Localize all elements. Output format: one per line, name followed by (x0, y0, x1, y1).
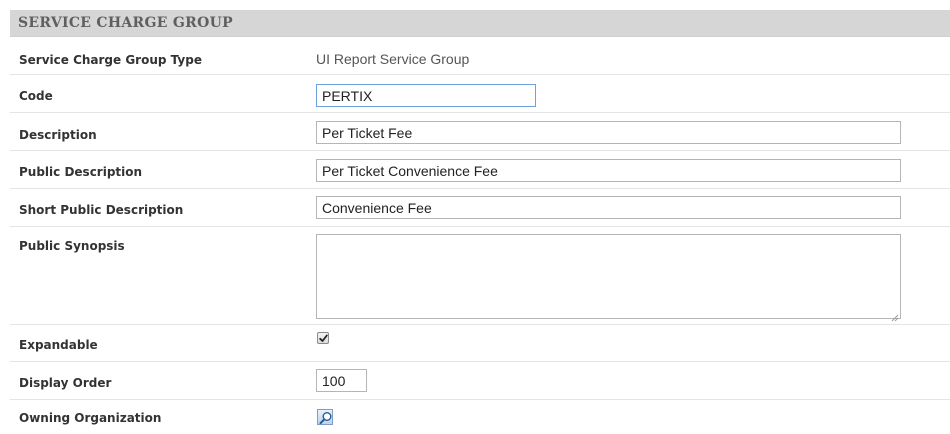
row-group-type: Service Charge Group Type UI Report Serv… (10, 37, 950, 75)
row-display-order: Display Order (10, 362, 950, 400)
expandable-checkbox[interactable] (317, 332, 329, 344)
row-description: Description (10, 113, 950, 151)
public-synopsis-textarea[interactable] (316, 234, 901, 322)
short-public-description-input[interactable] (316, 196, 901, 219)
public-synopsis-label: Public Synopsis (19, 239, 125, 253)
expandable-label: Expandable (19, 338, 98, 352)
description-input[interactable] (316, 121, 901, 144)
service-charge-group-panel: SERVICE CHARGE GROUP Service Charge Grou… (10, 10, 950, 434)
row-code: Code (10, 75, 950, 113)
resize-grip-icon[interactable] (891, 309, 899, 322)
row-expandable: Expandable (10, 325, 950, 362)
checkmark-icon (319, 334, 328, 342)
row-public-description: Public Description (10, 151, 950, 189)
description-label: Description (19, 128, 97, 142)
row-short-public-description: Short Public Description (10, 189, 950, 227)
row-public-synopsis: Public Synopsis (10, 227, 950, 325)
row-owning-organization: Owning Organization (10, 400, 950, 434)
public-description-label: Public Description (19, 165, 143, 179)
short-public-description-label: Short Public Description (19, 203, 184, 217)
group-type-value: UI Report Service Group (316, 51, 470, 67)
public-description-input[interactable] (316, 159, 901, 182)
display-order-input[interactable] (316, 369, 367, 392)
group-type-label: Service Charge Group Type (19, 53, 202, 67)
code-label: Code (19, 89, 53, 103)
owning-organization-label: Owning Organization (19, 411, 162, 425)
section-title: SERVICE CHARGE GROUP (18, 15, 233, 31)
display-order-label: Display Order (19, 376, 112, 390)
code-input[interactable] (316, 84, 536, 107)
magnifier-icon[interactable] (317, 409, 333, 425)
section-header: SERVICE CHARGE GROUP (10, 10, 950, 37)
